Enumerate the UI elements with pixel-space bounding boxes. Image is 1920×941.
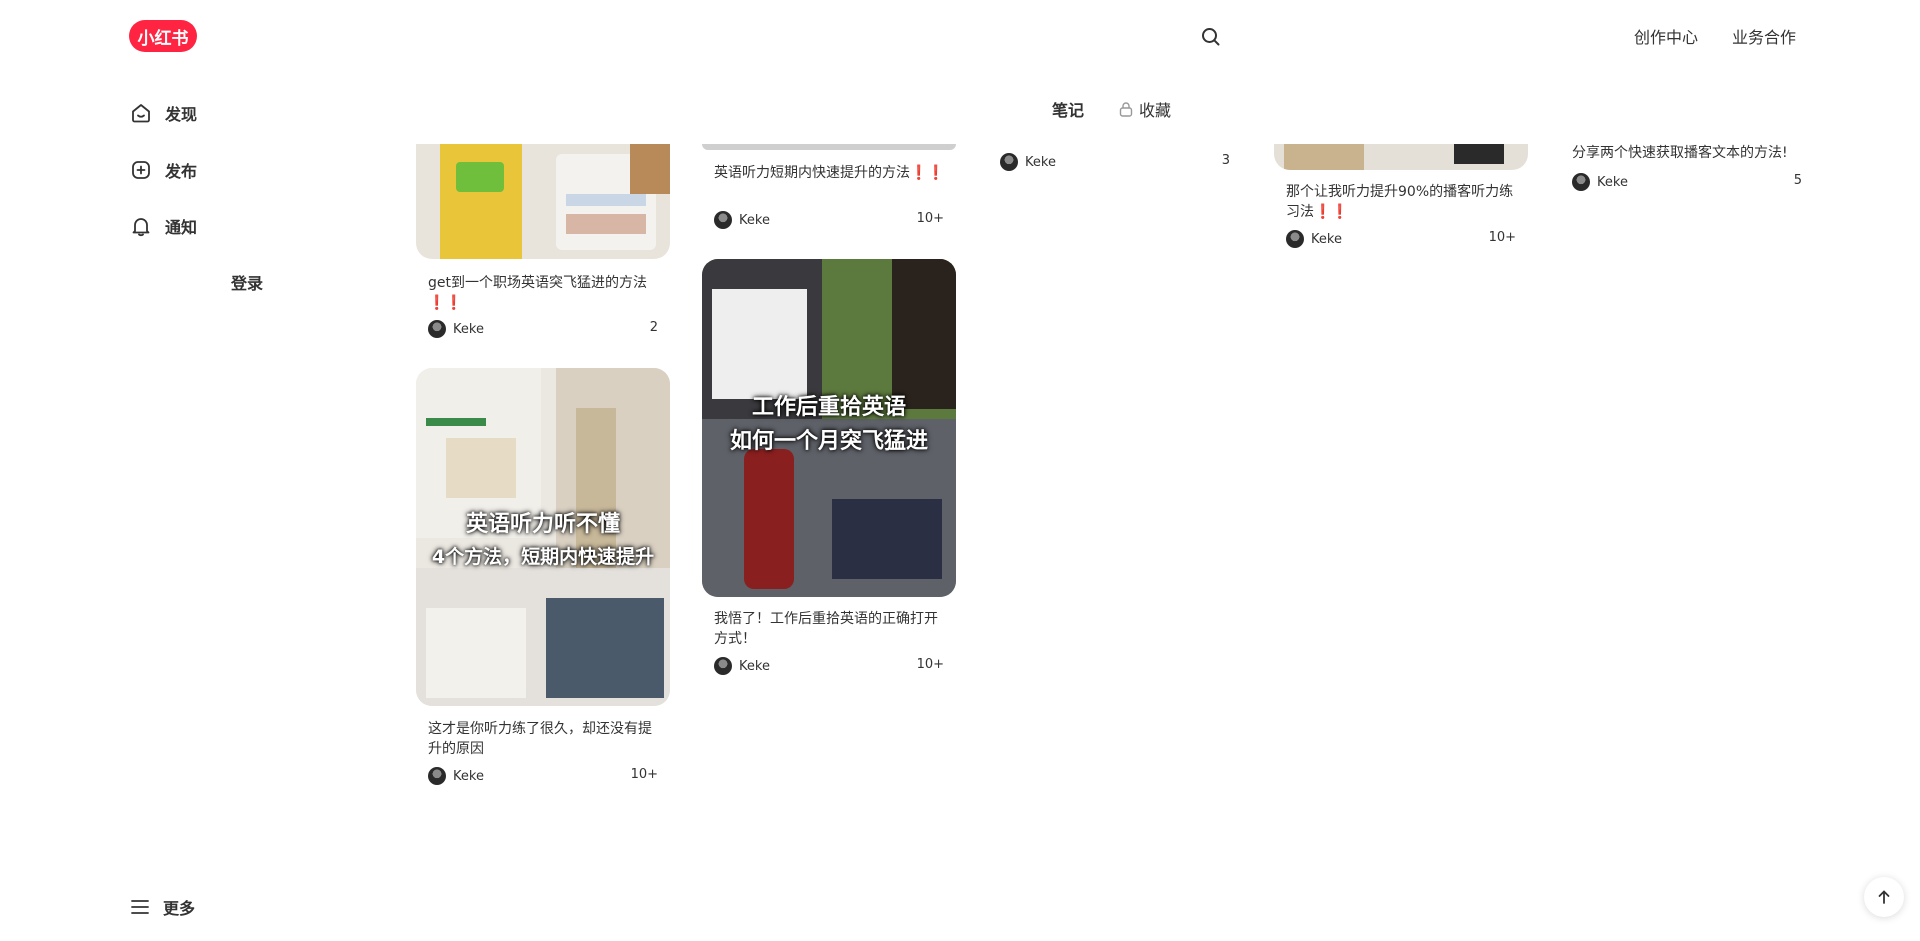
note-author[interactable]: Keke	[1572, 172, 1628, 192]
author-name: Keke	[739, 212, 770, 228]
creator-center-link[interactable]: 创作中心	[1634, 24, 1698, 48]
xiaohongshu-logo[interactable]: 小红书	[129, 20, 197, 52]
note-author[interactable]: Keke	[428, 766, 484, 786]
author-name: Keke	[1311, 231, 1342, 247]
exclamation-marks: ❗️❗️	[428, 295, 463, 311]
sidebar-item-discover[interactable]: 发现	[130, 100, 197, 126]
author-name: Keke	[1597, 174, 1628, 190]
more-menu-button[interactable]: 更多	[130, 895, 195, 919]
avatar	[1286, 230, 1304, 248]
more-label: 更多	[163, 899, 196, 918]
cover-overlay-line: 如何一个月突飞猛进	[729, 429, 928, 454]
tab-collect-label: 收藏	[1139, 101, 1172, 120]
note-title[interactable]: 英语听力短期内快速提升的方法❗️❗️	[714, 163, 946, 203]
bell-icon	[130, 215, 152, 237]
avatar	[428, 320, 446, 338]
tab-collect[interactable]: 收藏	[1119, 97, 1171, 121]
plus-icon	[130, 159, 152, 181]
author-name: Keke	[739, 658, 770, 674]
avatar	[1000, 153, 1018, 171]
sidebar-item-publish[interactable]: 发布	[130, 157, 197, 183]
note-title[interactable]: get到一个职场英语突飞猛进的方法 ❗️❗️	[428, 273, 660, 313]
avatar	[1572, 173, 1590, 191]
lock-icon	[1119, 102, 1133, 117]
author-name: Keke	[453, 768, 484, 784]
business-link[interactable]: 业务合作	[1732, 24, 1796, 48]
author-name: Keke	[1025, 154, 1056, 170]
note-title-text: 英语听力短期内快速提升的方法	[714, 165, 910, 181]
back-to-top-button[interactable]	[1864, 877, 1904, 917]
note-author[interactable]: Keke	[1286, 229, 1342, 249]
note-cover-image[interactable]	[416, 144, 670, 259]
login-button[interactable]: 登录	[231, 270, 263, 294]
note-author[interactable]: Keke	[428, 319, 484, 339]
sidebar-item-notifications[interactable]: 通知	[130, 213, 197, 239]
like-count[interactable]: 5	[1752, 173, 1802, 188]
like-count[interactable]: 10+	[1466, 230, 1516, 245]
note-cover-image[interactable]	[702, 144, 956, 150]
like-count[interactable]: 10+	[894, 211, 944, 226]
avatar	[428, 767, 446, 785]
cover-overlay-line: 4个方法，短期内快速提升	[431, 546, 655, 568]
like-count[interactable]: 3	[1180, 153, 1230, 168]
note-title[interactable]: 这才是你听力练了很久，却还没有提升的原因	[428, 719, 660, 759]
exclamation-marks: ❗️❗️	[1314, 204, 1349, 220]
note-author[interactable]: Keke	[714, 656, 770, 676]
home-icon	[130, 102, 152, 124]
note-author[interactable]: Keke	[1000, 152, 1056, 172]
menu-icon	[131, 900, 149, 914]
note-cover-image[interactable]: 英语听力听不懂 4个方法，短期内快速提升	[416, 368, 670, 706]
tab-notes[interactable]: 笔记	[1052, 97, 1084, 121]
author-name: Keke	[453, 321, 484, 337]
sidebar-item-label: 发布	[165, 162, 198, 181]
like-count[interactable]: 10+	[608, 767, 658, 782]
cover-overlay-line: 英语听力听不懂	[465, 512, 620, 537]
avatar	[714, 657, 732, 675]
exclamation-marks: ❗️❗️	[910, 165, 945, 181]
cover-overlay-line: 工作后重拾英语	[751, 395, 906, 420]
note-cover-image[interactable]: 工作后重拾英语 如何一个月突飞猛进	[702, 259, 956, 597]
search-icon	[1202, 28, 1220, 46]
like-count[interactable]: 10+	[894, 657, 944, 672]
note-title[interactable]: 分享两个快速获取播客文本的方法!	[1572, 143, 1804, 163]
note-title[interactable]: 那个让我听力提升90%的播客听力练习法❗️❗️	[1286, 182, 1518, 222]
sidebar-item-label: 通知	[165, 218, 198, 237]
sidebar-item-label: 发现	[165, 105, 198, 124]
arrow-up-icon	[1878, 890, 1890, 904]
search-button[interactable]	[1198, 24, 1224, 50]
like-count[interactable]: 2	[608, 320, 658, 335]
note-cover-image[interactable]	[1274, 144, 1528, 170]
note-title-text: get到一个职场英语突飞猛进的方法	[428, 275, 647, 291]
note-author[interactable]: Keke	[714, 210, 770, 230]
note-title[interactable]: 我悟了！工作后重拾英语的正确打开方式！	[714, 609, 946, 649]
avatar	[714, 211, 732, 229]
